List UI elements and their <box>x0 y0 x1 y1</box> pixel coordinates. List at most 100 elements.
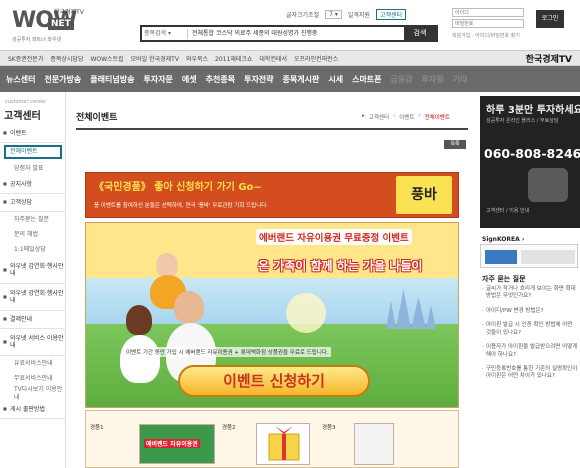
nav-advisory[interactable]: 투자자문 <box>143 74 172 85</box>
nav-board[interactable]: 종목게시판 <box>283 74 320 85</box>
sidebar-item-winners[interactable]: 당첨자 발표 <box>0 161 66 176</box>
faq-item[interactable]: 이용자가 아이핀을 발급받으려면 어떻게 해야 하나요? <box>482 344 578 359</box>
sidebar-item-all-events[interactable]: 전체이벤트 <box>4 145 62 159</box>
partner-link[interactable]: 오프라인컨퍼런스 <box>294 54 338 63</box>
child-figure <box>156 253 178 277</box>
apply-event-button[interactable]: 이벤트 신청하기 <box>178 365 370 397</box>
breadcrumb-separator: › <box>418 113 421 119</box>
sidebar-item-tv-replay[interactable]: TV다시보기 이용안내 <box>0 386 66 401</box>
breadcrumb-separator: › <box>393 113 396 119</box>
signup-find-links[interactable]: 회원가입 · 아이디/비밀번호 찾기 <box>452 32 520 39</box>
wownet-logo[interactable]: WOW 한국경제TV NET 성공투자 파트너 와우넷 <box>12 6 122 44</box>
phone-hand-image <box>528 168 568 202</box>
banner-subtext: 풍 이벤트를 참여하신 분들은 선택하여, 연극 '풍바' 무료관람 기회 드립… <box>94 203 269 209</box>
prize-1-text: 에버랜드 자유이용권 <box>144 439 200 448</box>
prize-label-2: 경품2 <box>222 425 236 431</box>
customer-center-link[interactable]: 고객센터 <box>375 8 407 20</box>
font-size-select[interactable]: 7 ▾ <box>325 9 342 19</box>
top-utility-links: 글자크기조절 7 ▾ 일격지원 고객센터 <box>286 8 407 20</box>
poster-title: 에버랜드 자유이용권 무료증정 이벤트 <box>256 229 412 245</box>
sidebar-item-publish[interactable]: 게시 출판방법 <box>0 401 66 419</box>
partner-bar: SK증권전문가 종목상시담당 WOW스트립 모바일 한국경제TV 와우북스 20… <box>0 50 580 66</box>
sidebar-caption: customer center <box>5 99 47 105</box>
sidebar-item-mail[interactable]: 1:1메일상담 <box>0 242 66 257</box>
sidebar-item-lecture[interactable]: 와우넷 감연회·행사안내 <box>0 257 66 284</box>
nav-asset[interactable]: 에셋 <box>182 74 197 85</box>
nav-ghost[interactable]: 기타 <box>453 74 468 85</box>
mother-hair <box>126 305 152 335</box>
faq-item[interactable]: 아이디/PW 변경 방법은? <box>482 308 578 316</box>
font-size-value: 7 <box>329 10 333 18</box>
sidebar-item-service-guide[interactable]: 와우넷 서비스 이용안내 <box>0 329 66 356</box>
sidebar-item-payment[interactable]: 결제안내 <box>0 311 66 329</box>
id-field[interactable] <box>452 8 524 17</box>
nav-platinum[interactable]: 플래티넘방송 <box>90 74 134 85</box>
sidebar-item-free[interactable]: 무료서비스안내 <box>0 371 66 386</box>
home-icon[interactable]: ▸ <box>362 113 365 121</box>
ad-footer: 고객센터 / 이용 안내 <box>486 208 530 214</box>
sun-decoration <box>286 293 326 333</box>
family-photo <box>116 243 236 383</box>
prize-strip: 경품1 에버랜드 자유이용권 경품2 경품3 <box>85 410 459 468</box>
signkorea-banner[interactable] <box>480 244 578 268</box>
nav-strategy[interactable]: 투자전략 <box>244 74 273 85</box>
partner-link[interactable]: WOW스트립 <box>90 54 123 63</box>
event-banner[interactable]: 《국민경품》 좋아 신청하기 가기 Go~ 풍 이벤트를 참여하신 분들은 선택… <box>85 172 459 218</box>
nav-ghost[interactable]: 금융감 <box>391 74 413 85</box>
signkorea-logo[interactable]: SignKOREA › <box>482 236 524 243</box>
partner-link[interactable]: SK증권전문가 <box>8 54 43 63</box>
faq-item[interactable]: 아이핀 발급 시 인증 확인 방법에 어떤 것들이 있나요? <box>482 322 578 337</box>
nav-expert-broadcast[interactable]: 전문가방송 <box>44 74 81 85</box>
login-form <box>452 8 532 48</box>
nav-recommended[interactable]: 추천종목 <box>206 74 235 85</box>
login-button[interactable]: 로그인 <box>536 10 564 28</box>
sidebar-item-paid[interactable]: 유료서비스안내 <box>0 356 66 371</box>
sidebar-item-event[interactable]: 이벤트 <box>0 125 66 143</box>
event-poster: 에버랜드 자유이용권 무료증정 이벤트 온 가족이 함께 하는 가을 나들이 이… <box>85 222 459 408</box>
faq-item[interactable]: 글씨가 작거나 흐리게 보이는 화면 확대 방법은 무엇인가요? <box>482 286 578 301</box>
sidebar-title: 고객센터 <box>4 111 41 122</box>
partner-link[interactable]: 대학컨테서 <box>259 54 287 63</box>
nav-ghost[interactable]: 투자원 <box>422 74 444 85</box>
breadcrumb-item[interactable]: 이벤트 <box>399 113 414 121</box>
prize-3-image <box>354 423 394 465</box>
prize-label-1: 경품1 <box>90 425 104 431</box>
sidebar-item-solution[interactable]: 문의 해법 <box>0 227 66 242</box>
partner-link[interactable]: 2011재테크쇼 <box>215 54 252 63</box>
breadcrumb-item[interactable]: 고객센터 <box>369 113 389 121</box>
banner-brand-logo: 풍바 <box>396 176 452 214</box>
nav-quotes[interactable]: 시세 <box>328 74 343 85</box>
sidebar-item-notice[interactable]: 공지사항 <box>0 176 66 194</box>
partner-link[interactable]: 종목상시담당 <box>50 54 83 63</box>
gift-box-icon <box>256 423 310 465</box>
sidebar-item-lecture-2[interactable]: 와우넷 강연회·행사안내 <box>0 284 66 311</box>
hankyung-tv-brand[interactable]: 한국경제TV <box>526 52 572 65</box>
font-size-label: 글자크기조절 <box>286 11 320 19</box>
sidebar-item-faq[interactable]: 자주묻는 질문 <box>0 212 66 227</box>
poster-notice: 이벤트 기간 동안 가입 시 에버랜드 자유이용권 + 롯데백화점 상품권을 무… <box>124 347 331 357</box>
list-button[interactable]: 목록 <box>444 140 466 149</box>
faq-item[interactable]: 구민등록번호를 통한 기존의 실명확인이 아이핀은 어떤 차이가 있나요? <box>482 366 578 381</box>
poster-slogan: 온 가족이 함께 하는 가을 나들이 <box>258 259 423 273</box>
nav-news[interactable]: 뉴스센터 <box>6 74 35 85</box>
sidebar-menu: 이벤트 전체이벤트 당첨자 발표 공지사항 고객상담 자주묻는 질문 문의 해법… <box>0 125 66 419</box>
password-field[interactable] <box>452 19 524 28</box>
page-title: 전체이벤트 <box>76 113 118 123</box>
mother-body <box>120 335 160 383</box>
partner-link[interactable]: 와우북스 <box>186 54 208 63</box>
breadcrumb-current: 전체이벤트 <box>424 115 450 121</box>
ad-subtext: 성공투자 온라인 플러스 / 무료상담 <box>486 118 559 124</box>
phone-consult-ad[interactable]: 하루 3분만 투자하세요 성공투자 온라인 플러스 / 무료상담 060-808… <box>480 96 580 228</box>
remote-support-link[interactable]: 일격지원 <box>348 10 370 19</box>
search-input[interactable]: 전체통합 코스닥 의료주 세종의 대원성명가 진행중 <box>192 29 402 39</box>
search-button[interactable]: 검색 <box>404 27 436 40</box>
banner-image-left <box>485 250 517 264</box>
logo-tagline: 성공투자 파트너 와우넷 <box>12 37 62 43</box>
sidebar-item-consult[interactable]: 고객상담 <box>0 194 66 212</box>
banner-headline: 《국민경품》 좋아 신청하기 가기 Go~ <box>94 182 262 193</box>
search-scope-select[interactable]: 종목검색 ▾ <box>144 29 188 39</box>
prize-1-image: 에버랜드 자유이용권 <box>139 424 215 464</box>
faq-list: 글씨가 작거나 흐리게 보이는 화면 확대 방법은 무엇인가요? 아이디/PW … <box>482 286 578 388</box>
nav-smartphone[interactable]: 스마트폰 <box>352 74 381 85</box>
partner-link[interactable]: 모바일 한국경제TV <box>131 54 179 63</box>
